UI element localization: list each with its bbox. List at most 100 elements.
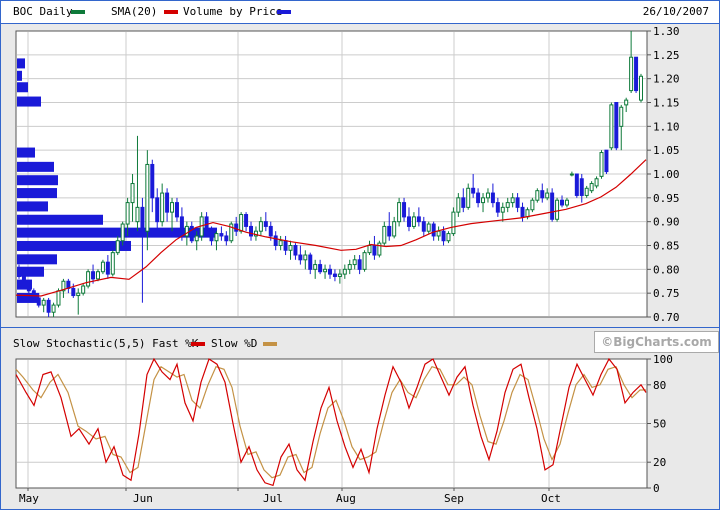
candle-down [403,203,406,217]
price-axis-label: 0.85 [653,240,680,253]
candle-down [422,222,425,232]
candle-up [546,193,549,198]
candle-up [452,212,455,233]
candle-up [565,200,568,205]
stochastic-k-label: Slow Stochastic(5,5) Fast %K [13,337,198,350]
candle-down [407,217,410,227]
volume-by-price-bar [17,162,54,172]
candle-up [195,236,198,241]
candle-up [412,217,415,227]
candle-down [18,269,21,276]
price-axis-label: 1.20 [653,73,680,86]
candle-up [343,269,346,274]
candle-down [299,255,302,260]
candle-up [570,174,573,175]
candle-up [353,260,356,265]
candle-up [526,210,529,217]
candle-up [501,207,504,212]
candle-up [279,241,282,246]
candle-down [210,231,213,241]
volume-by-price-bar [17,148,35,158]
candle-up [121,224,124,241]
candle-down [22,276,25,283]
candle-up [215,234,218,241]
candle-up [595,179,598,186]
candle-down [417,217,420,222]
candle-down [605,150,608,171]
price-axis-label: 1.10 [653,120,680,133]
price-axis-label: 0.70 [653,311,680,324]
series-swatch-icon [71,10,85,14]
candle-up [590,184,593,191]
candle-down [442,231,445,241]
stochastic-axis-label: 20 [653,456,666,469]
candle-down [521,207,524,217]
candle-down [92,272,95,279]
stochastic-axis-label: 0 [653,482,660,495]
candle-up [640,76,643,100]
candle-down [27,284,30,291]
candle-down [575,174,578,195]
stochastic-axis-label: 100 [653,353,673,366]
candle-down [245,215,248,227]
chart-header: BOC Daily SMA(20) Volume by Price 26/10/… [1,1,719,24]
candle-down [151,164,154,197]
price-axis-label: 1.00 [653,168,680,181]
candle-up [393,222,396,236]
candle-up [437,231,440,236]
candle-down [180,217,183,236]
sma-swatch-icon [164,10,178,14]
price-axis-label: 0.95 [653,192,680,205]
candle-up [482,198,485,203]
price-axis-label: 1.30 [653,25,680,38]
candle-up [131,184,134,203]
candle-up [625,100,628,105]
series-name-label: BOC Daily [13,5,73,18]
candle-down [615,103,618,148]
candle-down [541,191,544,198]
candle-up [363,253,366,270]
chart-date: 26/10/2007 [643,5,709,18]
candle-up [620,107,623,126]
candle-down [432,224,435,236]
candle-up [111,253,114,274]
candle-up [57,291,60,305]
candle-down [388,226,391,236]
candle-up [630,57,633,90]
x-axis-month-label: Jul [263,492,283,505]
volume-by-price-bar [17,215,103,225]
candle-up [52,305,55,312]
candle-up [171,203,174,213]
x-axis-month-label: Oct [541,492,561,505]
candle-up [324,269,327,271]
candle-up [610,105,613,148]
candle-down [72,288,75,295]
candle-up [161,193,164,222]
candle-down [319,265,322,272]
x-axis-month-label: May [19,492,39,505]
candle-up [136,207,139,221]
candle-down [141,207,144,231]
candle-down [635,57,638,90]
candle-down [551,193,554,219]
candle-up [457,198,460,212]
candle-up [304,255,307,260]
candle-up [585,188,588,195]
stoch-k-swatch-icon [191,342,205,346]
candle-up [87,272,90,286]
price-axis-label: 0.90 [653,216,680,229]
candle-down [496,203,499,213]
x-axis-month-label: Aug [336,492,356,505]
candle-down [472,188,475,193]
candle-down [269,226,272,236]
x-axis-month-label: Jun [133,492,153,505]
stochastic-axis-label: 80 [653,379,666,392]
candle-up [600,153,603,177]
bigcharts-page: MayJunJulAugSepOct1.301.251.201.151.101.… [0,0,720,510]
candle-down [225,236,228,241]
candle-up [556,200,559,219]
candle-up [348,265,351,270]
candle-up [338,274,341,276]
candle-down [329,269,332,274]
candle-down [358,260,361,270]
